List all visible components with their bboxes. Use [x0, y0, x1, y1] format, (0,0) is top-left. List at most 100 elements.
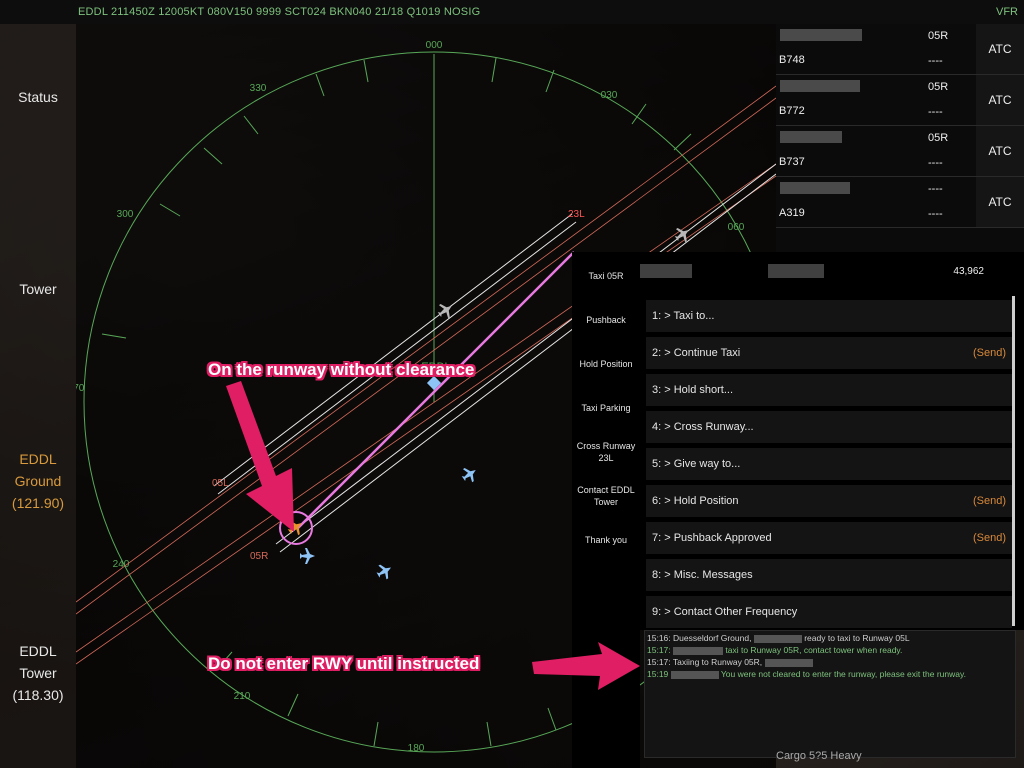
aircraft-type: A319: [779, 207, 805, 219]
redacted-callsign: [780, 131, 842, 143]
menu-item[interactable]: 4: > Cross Runway...: [646, 411, 1012, 443]
command-contact-tower[interactable]: Contact EDDL Tower: [572, 484, 640, 508]
menu-item[interactable]: 1: > Taxi to...: [646, 300, 1012, 332]
log-text2: ready to taxi to Runway 05L: [804, 633, 910, 643]
menu-item-send: (Send): [972, 532, 1006, 544]
log-text: Duesseldorf Ground,: [673, 633, 752, 643]
aircraft-icon[interactable]: [459, 463, 480, 485]
runway-label-23L: 23L: [568, 209, 585, 220]
aircraft-type: B772: [779, 105, 805, 117]
menu-item[interactable]: 9: > Contact Other Frequency: [646, 596, 1012, 628]
aircraft-icon[interactable]: [300, 548, 315, 564]
atc-button[interactable]: ATC: [976, 24, 1024, 74]
menu-item-label: 9: > Contact Other Frequency: [652, 606, 798, 618]
menu-item-label: 3: > Hold short...: [652, 384, 734, 396]
status-button[interactable]: Status: [0, 86, 76, 108]
runway-label-05R: 05R: [250, 551, 268, 562]
flight-strip[interactable]: A319 ---- ---- ATC: [776, 177, 1024, 228]
redacted-callsign: [670, 670, 719, 679]
compass-label-270: 270: [76, 383, 85, 394]
ground-label: Ground: [14, 473, 62, 489]
aircraft-icon[interactable]: [374, 561, 395, 582]
flight-strip[interactable]: B772 05R ---- ATC: [776, 75, 1024, 126]
metar-text: EDDL 211450Z 12005KT 080V150 9999 SCT024…: [78, 6, 481, 18]
runway-label-05L: 05L: [212, 478, 229, 489]
arrow-to-log-icon: [532, 642, 640, 690]
ground-frequency-button[interactable]: EDDL Ground (121.90): [0, 448, 76, 514]
tower-airport: EDDL: [19, 643, 57, 659]
log-time: 15:17:: [647, 645, 671, 655]
flight-strip[interactable]: B737 05R ---- ATC: [776, 126, 1024, 177]
bottom-strip-label: Cargo 5?5 Heavy: [776, 750, 862, 762]
menu-item[interactable]: 8: > Misc. Messages: [646, 559, 1012, 591]
log-time: 15:17:: [647, 657, 671, 667]
command-thank-you[interactable]: Thank you: [572, 534, 640, 546]
tower-button[interactable]: Tower: [0, 278, 76, 300]
compass-label-330: 330: [250, 83, 267, 94]
flight-strips: B748 05R ---- ATC B772 05R ---- ATC B737…: [776, 24, 1024, 252]
runway-05L-edge: [213, 213, 573, 487]
command-hold-position[interactable]: Hold Position: [572, 358, 640, 370]
log-line: 15:16: Duesseldorf Ground, ready to taxi…: [647, 633, 910, 643]
menu-item-label: 4: > Cross Runway...: [652, 421, 754, 433]
flight-strip[interactable]: B748 05R ---- ATC: [776, 24, 1024, 75]
redacted-callsign: [764, 658, 813, 667]
menu-item[interactable]: 5: > Give way to...: [646, 448, 1012, 480]
log-time: 15:19: [647, 669, 669, 679]
log-text: Taxiing to Runway 05R,: [672, 657, 763, 667]
compass-label-000: 000: [426, 40, 443, 51]
command-taxi-05r[interactable]: Taxi 05R: [572, 270, 640, 282]
atc-button[interactable]: ATC: [976, 126, 1024, 176]
tower-freq-label: Tower: [19, 665, 57, 681]
log-time: 15:16:: [647, 633, 671, 643]
strip-status: ----: [928, 208, 943, 220]
tower-frequency-button[interactable]: EDDL Tower (118.30): [0, 640, 76, 706]
tower-freq: (118.30): [12, 687, 64, 703]
command-column: Taxi 05R Pushback Hold Position Taxi Par…: [572, 252, 640, 768]
runway-05L-edge: [217, 221, 577, 495]
log-text2: You were not cleared to enter the runway…: [720, 669, 966, 679]
atc-button[interactable]: ATC: [976, 75, 1024, 125]
menu-item[interactable]: 2: > Continue Taxi (Send): [646, 337, 1012, 369]
redacted-callsign: [640, 264, 692, 278]
selected-aircraft-number: 43,962: [953, 266, 984, 277]
menu-item[interactable]: 6: > Hold Position (Send): [646, 485, 1012, 517]
compass-label-300: 300: [117, 209, 134, 220]
redacted-callsign: [753, 634, 802, 643]
command-pushback[interactable]: Pushback: [572, 314, 640, 326]
strip-status: ----: [928, 157, 943, 169]
strip-runway: ----: [928, 183, 943, 195]
status-label: Status: [18, 89, 58, 105]
strip-runway: 05R: [928, 132, 949, 144]
radio-log: 15:16: Duesseldorf Ground, ready to taxi…: [644, 630, 1016, 758]
log-line: 15:17: Taxiing to Runway 05R,: [647, 657, 813, 667]
menu-item-label: 8: > Misc. Messages: [652, 569, 753, 581]
menu-item-label: 1: > Taxi to...: [652, 310, 715, 322]
arrow-to-aircraft: [226, 381, 294, 532]
aircraft-type: B748: [779, 54, 805, 66]
menu-scrollbar[interactable]: [1012, 296, 1015, 626]
strip-runway: 05R: [928, 81, 949, 93]
ground-airport: EDDL: [19, 451, 57, 467]
taxi-route-line: [297, 251, 575, 529]
log-line: 15:17: taxi to Runway 05R, contact tower…: [647, 645, 902, 655]
flight-rules-label: VFR: [996, 6, 1018, 18]
command-cross-runway[interactable]: Cross Runway 23L: [572, 440, 640, 464]
menu-item-label: 5: > Give way to...: [652, 458, 741, 470]
selected-aircraft-header: 43,962: [640, 252, 1024, 292]
compass-label-210: 210: [234, 691, 251, 702]
menu-item-label: 6: > Hold Position: [652, 495, 739, 507]
command-taxi-parking[interactable]: Taxi Parking: [572, 402, 640, 414]
redacted-info: [768, 264, 824, 278]
aircraft-icon[interactable]: [435, 299, 456, 321]
menu-item[interactable]: 3: > Hold short...: [646, 374, 1012, 406]
atc-button[interactable]: ATC: [976, 177, 1024, 227]
annotation-arrows: [226, 381, 294, 532]
compass-label-060: 060: [728, 222, 745, 233]
menu-item[interactable]: 7: > Pushback Approved (Send): [646, 522, 1012, 554]
redacted-callsign: [780, 29, 862, 41]
menu-item-label: 7: > Pushback Approved: [652, 532, 772, 544]
menu-item-send: (Send): [972, 495, 1006, 507]
tower-label: Tower: [19, 281, 57, 297]
redacted-callsign: [780, 80, 860, 92]
